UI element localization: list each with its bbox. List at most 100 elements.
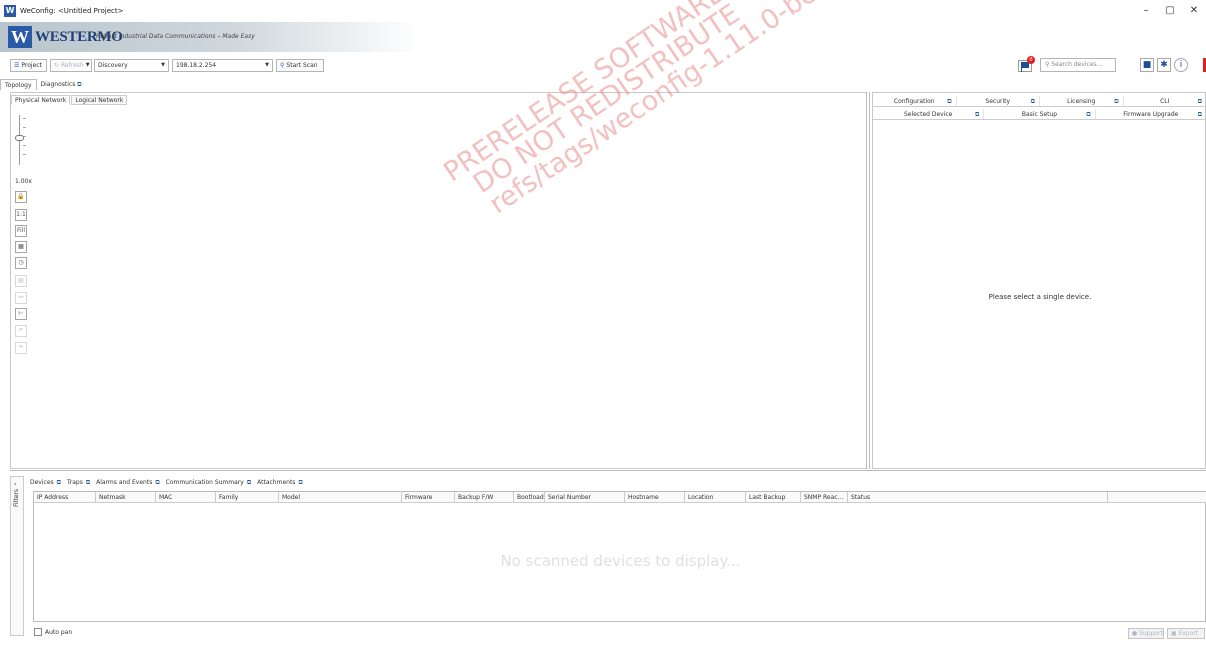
tab-cli[interactable]: CLI ⧉ <box>1124 96 1206 106</box>
undock-icon[interactable]: ⧉ <box>298 479 302 486</box>
discovery-select[interactable]: Discovery ▼ <box>94 59 169 72</box>
column-family[interactable]: Family <box>216 492 279 503</box>
tab-selected-device[interactable]: Selected Device ⧉ <box>873 109 985 120</box>
vertical-splitter[interactable] <box>866 92 870 469</box>
ip-value: 198.18.2.254 <box>176 62 217 69</box>
project-label: Project <box>21 62 42 69</box>
column-ip-address[interactable]: IP Address <box>34 492 96 503</box>
undock-icon[interactable]: ⧉ <box>77 81 81 88</box>
column-mac[interactable]: MAC <box>156 492 216 503</box>
fit-1-1-button[interactable]: 1:1 <box>15 209 27 221</box>
auto-pan-toggle[interactable]: Auto pan <box>34 628 72 636</box>
undock-icon[interactable]: ⧉ <box>86 479 90 486</box>
column-location[interactable]: Location <box>685 492 746 503</box>
notification-badge: 0 <box>1027 56 1035 64</box>
topology-canvas[interactable]: Physical Network Logical Network 1.00x 🔒… <box>10 92 867 469</box>
search-devices-input[interactable]: ⚲ Search devices... <box>1040 58 1116 72</box>
tab-firmware-upgrade[interactable]: Firmware Upgrade ⧉ <box>1096 109 1206 119</box>
start-scan-label: Start Scan <box>286 62 318 69</box>
tab-basic-setup-label: Basic Setup <box>1021 111 1058 118</box>
undock-icon[interactable]: ⧉ <box>57 479 61 486</box>
undock-icon[interactable]: ⧉ <box>1031 96 1035 107</box>
tab-security-label: Security <box>985 98 1011 105</box>
column-serial-number[interactable]: Serial Number <box>545 492 625 503</box>
column-last-backup[interactable]: Last Backup <box>746 492 801 503</box>
fill-button[interactable]: Fill <box>15 225 27 237</box>
undock-icon[interactable]: ⧉ <box>1198 109 1202 120</box>
refresh-button[interactable]: ↻ Refresh ▼ <box>50 59 92 72</box>
tab-traps[interactable]: Traps ⧉ <box>67 478 90 488</box>
page-icon[interactable]: ▤ <box>15 275 27 287</box>
tab-security[interactable]: Security ⧉ <box>957 96 1040 107</box>
save-icon[interactable]: ■ <box>1140 58 1154 72</box>
undock-icon[interactable]: ⧉ <box>155 479 159 486</box>
clock-icon[interactable]: ◷ <box>15 257 27 269</box>
lock-icon[interactable]: 🔒 <box>15 191 27 203</box>
tab-traps-label: Traps <box>66 479 83 486</box>
search-placeholder: Search devices... <box>1051 61 1103 68</box>
column-hostname[interactable]: Hostname <box>625 492 685 503</box>
title-bar: W WeConfig: <Untitled Project> – ▢ ✕ <box>0 0 1206 22</box>
tab-licensing[interactable]: Licensing ⧉ <box>1040 96 1124 106</box>
column-status[interactable]: Status <box>848 492 1108 503</box>
undock-icon[interactable]: ⧉ <box>1198 96 1202 107</box>
refresh-icon: ↻ <box>54 62 60 69</box>
undock-icon[interactable]: ⧉ <box>1086 109 1090 120</box>
maximize-button[interactable]: ▢ <box>1158 0 1182 22</box>
auto-pan-checkbox[interactable] <box>34 628 42 636</box>
select-device-message: Please select a single device. <box>988 293 1092 301</box>
tab-basic-setup[interactable]: Basic Setup ⧉ <box>984 109 1096 120</box>
tab-alarms-and-events[interactable]: Alarms and Events ⧉ <box>96 478 160 488</box>
tab-communication-summary[interactable]: Communication Summary ⧉ <box>166 478 252 488</box>
grid-icon[interactable]: ▦ <box>15 241 27 253</box>
tab-configuration[interactable]: Configuration ⧉ <box>873 96 957 106</box>
refresh-label: Refresh <box>61 62 84 69</box>
tab-devices[interactable]: Devices ⧉ <box>30 478 61 488</box>
undock-icon[interactable]: ⧉ <box>975 109 979 120</box>
tab-selected-device-label: Selected Device <box>903 111 953 118</box>
start-scan-button[interactable]: ⚲ Start Scan <box>276 59 324 72</box>
horizontal-splitter[interactable] <box>10 470 1206 474</box>
column-firmware[interactable]: Firmware <box>402 492 455 503</box>
column-backup-fw[interactable]: Backup F/W <box>455 492 514 503</box>
undo-icon[interactable]: ↶ <box>15 325 27 337</box>
auto-pan-label: Auto pan <box>45 628 73 636</box>
tab-topology[interactable]: Topology <box>0 79 37 90</box>
zoom-tick <box>23 127 26 128</box>
table-header: IP Address Netmask MAC Family Model Firm… <box>34 492 1206 503</box>
tab-diagnostics[interactable]: Diagnostics ⧉ <box>37 79 86 90</box>
gear-icon[interactable]: ✱ <box>1157 58 1171 72</box>
devices-table[interactable]: IP Address Netmask MAC Family Model Firm… <box>33 491 1206 622</box>
column-snmp-reachable[interactable]: SNMP Reac... <box>801 492 848 503</box>
align-icon[interactable]: ⊢ <box>15 308 27 320</box>
ip-range-select[interactable]: 198.18.2.254 ▼ <box>172 59 273 72</box>
redo-icon[interactable]: ↷ <box>15 342 27 354</box>
menu-icon: ☰ <box>14 62 20 69</box>
undock-icon[interactable]: ⧉ <box>1114 96 1118 107</box>
zoom-tick <box>23 154 26 155</box>
tab-configuration-label: Configuration <box>893 98 935 105</box>
undock-icon[interactable]: ⧉ <box>947 96 951 107</box>
info-icon[interactable]: i <box>1174 58 1188 72</box>
close-button[interactable]: ✕ <box>1182 0 1206 22</box>
device-config-panel: Configuration ⧉ Security ⧉ Licensing ⧉ CLI ⧉… <box>872 92 1206 469</box>
filters-panel-toggle[interactable]: › Filters <box>10 476 24 636</box>
search-icon: ⚲ <box>280 62 285 69</box>
zoom-slider-thumb[interactable] <box>15 134 24 141</box>
notifications-button[interactable]: 0 <box>1018 56 1036 74</box>
project-button[interactable]: ☰ Project <box>10 59 47 72</box>
tab-physical-network[interactable]: Physical Network <box>11 95 71 105</box>
export-button[interactable]: ▣ Export <box>1167 628 1205 639</box>
column-model[interactable]: Model <box>279 492 402 503</box>
support-button[interactable]: ● Support <box>1128 628 1164 639</box>
undock-icon[interactable]: ⧉ <box>247 479 251 486</box>
tab-attachments[interactable]: Attachments ⧉ <box>257 478 303 488</box>
tab-logical-network[interactable]: Logical Network <box>71 95 128 105</box>
minimize-button[interactable]: – <box>1134 0 1158 22</box>
discovery-value: Discovery <box>98 62 128 69</box>
column-netmask[interactable]: Netmask <box>96 492 156 503</box>
link-icon[interactable]: ⚯ <box>15 292 27 304</box>
zoom-tick <box>23 145 26 146</box>
column-bootloader[interactable]: Bootload... <box>514 492 545 503</box>
tab-communication-label: Communication Summary <box>165 479 244 486</box>
